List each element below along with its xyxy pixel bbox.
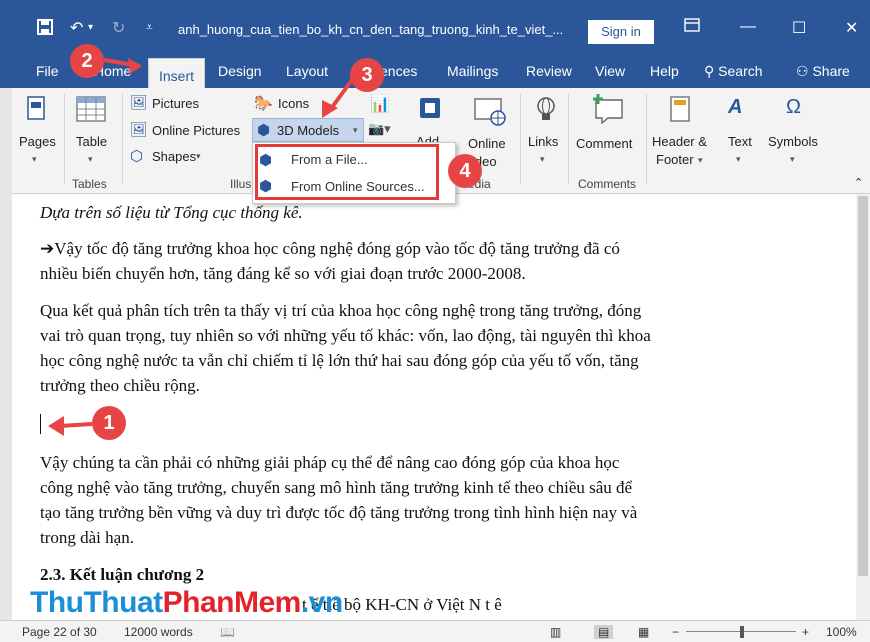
step-badge-3: 3 (350, 58, 384, 92)
status-bar: Page 22 of 30 12000 words 📖 ▥ ▤ ▦ − + 10… (0, 620, 870, 642)
annotation-arrows (48, 58, 354, 436)
step-badge-1: 1 (92, 406, 126, 440)
step-badge-4: 4 (448, 154, 482, 188)
watermark-part: .vn (300, 586, 343, 619)
page-count[interactable]: Page 22 of 30 (22, 625, 97, 639)
watermark-logo: ThuThuatPhanMem.vn (30, 586, 343, 620)
zoom-out-icon[interactable]: − (672, 625, 679, 639)
read-mode-icon[interactable]: ▥ (550, 625, 561, 639)
web-layout-icon[interactable]: ▦ (638, 625, 649, 639)
watermark-part: ThuThuat (30, 586, 163, 619)
step-badge-2: 2 (70, 44, 104, 78)
zoom-slider-thumb[interactable] (740, 626, 744, 638)
watermark-part: PhanMem (162, 586, 302, 619)
proofing-icon[interactable]: 📖 (220, 625, 235, 639)
print-layout-icon[interactable]: ▤ (594, 625, 614, 639)
zoom-level[interactable]: 100% (826, 625, 857, 639)
word-count[interactable]: 12000 words (124, 625, 193, 639)
zoom-in-icon[interactable]: + (802, 625, 809, 639)
